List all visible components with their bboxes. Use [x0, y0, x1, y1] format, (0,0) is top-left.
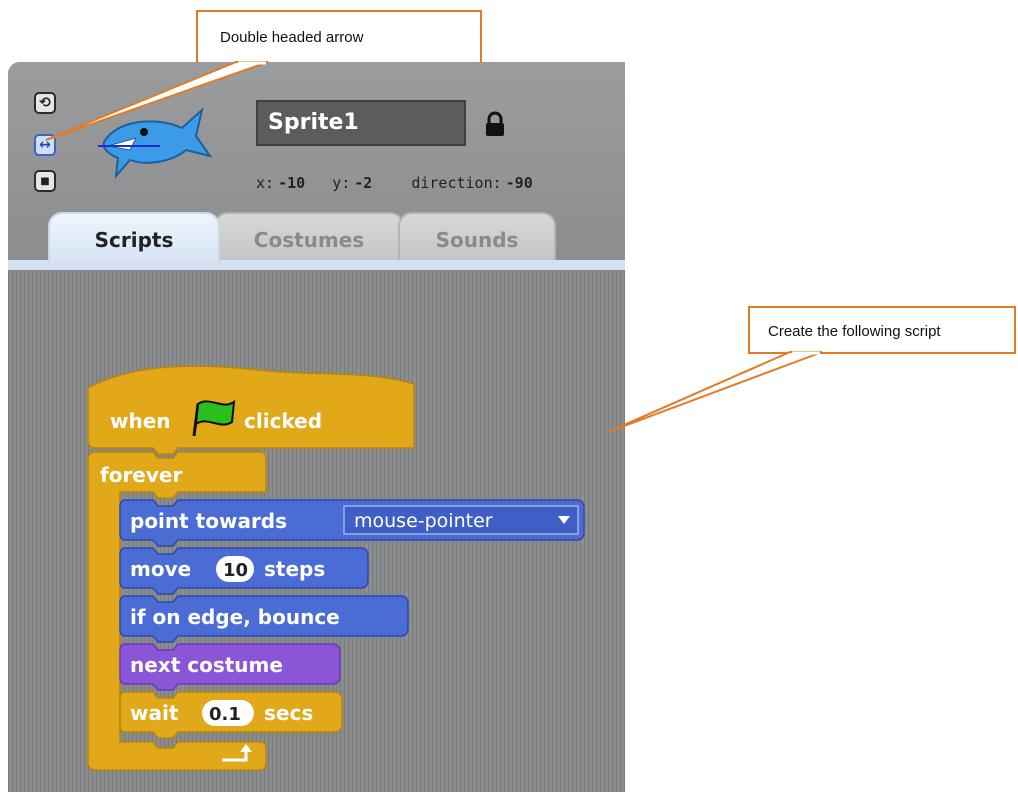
callout-text: Create the following script — [768, 323, 941, 340]
tab-label: Scripts — [94, 228, 174, 252]
bounce-label: if on edge, bounce — [130, 605, 340, 629]
callout-text: Double headed arrow — [220, 29, 364, 46]
next-costume-block[interactable]: next costume — [119, 643, 341, 691]
sprite-thumbnail — [98, 107, 213, 180]
sprite-coordinates: x: -10 y: -2 direction: -90 — [256, 174, 533, 192]
move-prefix: move — [130, 557, 191, 581]
double-headed-arrow-callout: Double headed arrow — [196, 10, 482, 64]
wait-secs-block[interactable]: wait 0.1 secs — [119, 691, 343, 739]
left-right-rotation-button[interactable]: ↔ — [34, 134, 56, 156]
steps-value: 10 — [223, 560, 248, 581]
sprite-name-field[interactable]: Sprite1 — [256, 100, 466, 146]
lock-icon[interactable] — [485, 111, 505, 137]
scripts-area[interactable]: when clicked forever point towards mouse… — [8, 270, 625, 792]
wait-prefix: wait — [130, 701, 179, 725]
no-rotate-icon: ■ — [40, 175, 50, 187]
forever-label: forever — [100, 463, 182, 487]
sprite-header: ⟲ ↔ ■ Sprite1 x: -10 y: -2 direction: -90 — [8, 62, 625, 267]
tab-costumes[interactable]: Costumes — [214, 212, 404, 262]
tab-scripts[interactable]: Scripts — [48, 212, 220, 262]
y-value: -2 — [354, 174, 373, 192]
rotate-freely-button[interactable]: ⟲ — [34, 92, 56, 114]
create-script-callout: Create the following script — [748, 306, 1016, 354]
y-label: y: — [332, 174, 351, 192]
seconds-value: 0.1 — [209, 704, 241, 725]
tab-sounds[interactable]: Sounds — [398, 212, 556, 262]
hat-prefix: when — [110, 409, 171, 433]
bounce-block[interactable]: if on edge, bounce — [119, 595, 409, 643]
when-flag-clicked-block[interactable]: when clicked — [87, 365, 415, 455]
sprite-panel: ⟲ ↔ ■ Sprite1 x: -10 y: -2 direction: -90 — [8, 62, 625, 792]
tab-label: Sounds — [435, 228, 519, 252]
script-callout-pointer — [607, 351, 823, 433]
left-right-arrow-icon: ↔ — [39, 137, 51, 153]
direction-value: -90 — [505, 174, 533, 192]
rotate-icon: ⟲ — [39, 95, 51, 111]
move-suffix: steps — [264, 557, 325, 581]
wait-suffix: secs — [264, 701, 313, 725]
tab-label: Costumes — [253, 228, 365, 252]
hat-suffix: clicked — [244, 409, 322, 433]
direction-label: direction: — [411, 174, 502, 192]
point-towards-label: point towards — [130, 509, 287, 533]
point-towards-block[interactable]: point towards mouse-pointer — [119, 499, 585, 547]
no-rotation-button[interactable]: ■ — [34, 170, 56, 192]
x-value: -10 — [278, 174, 306, 192]
dropdown-value: mouse-pointer — [354, 510, 493, 532]
move-steps-block[interactable]: move 10 steps — [119, 547, 369, 595]
target-dropdown[interactable]: mouse-pointer — [343, 505, 579, 535]
script-stack[interactable]: when clicked forever point towards mouse… — [8, 270, 625, 792]
sprite-name: Sprite1 — [268, 110, 359, 135]
x-label: x: — [256, 174, 275, 192]
next-costume-label: next costume — [130, 653, 283, 677]
